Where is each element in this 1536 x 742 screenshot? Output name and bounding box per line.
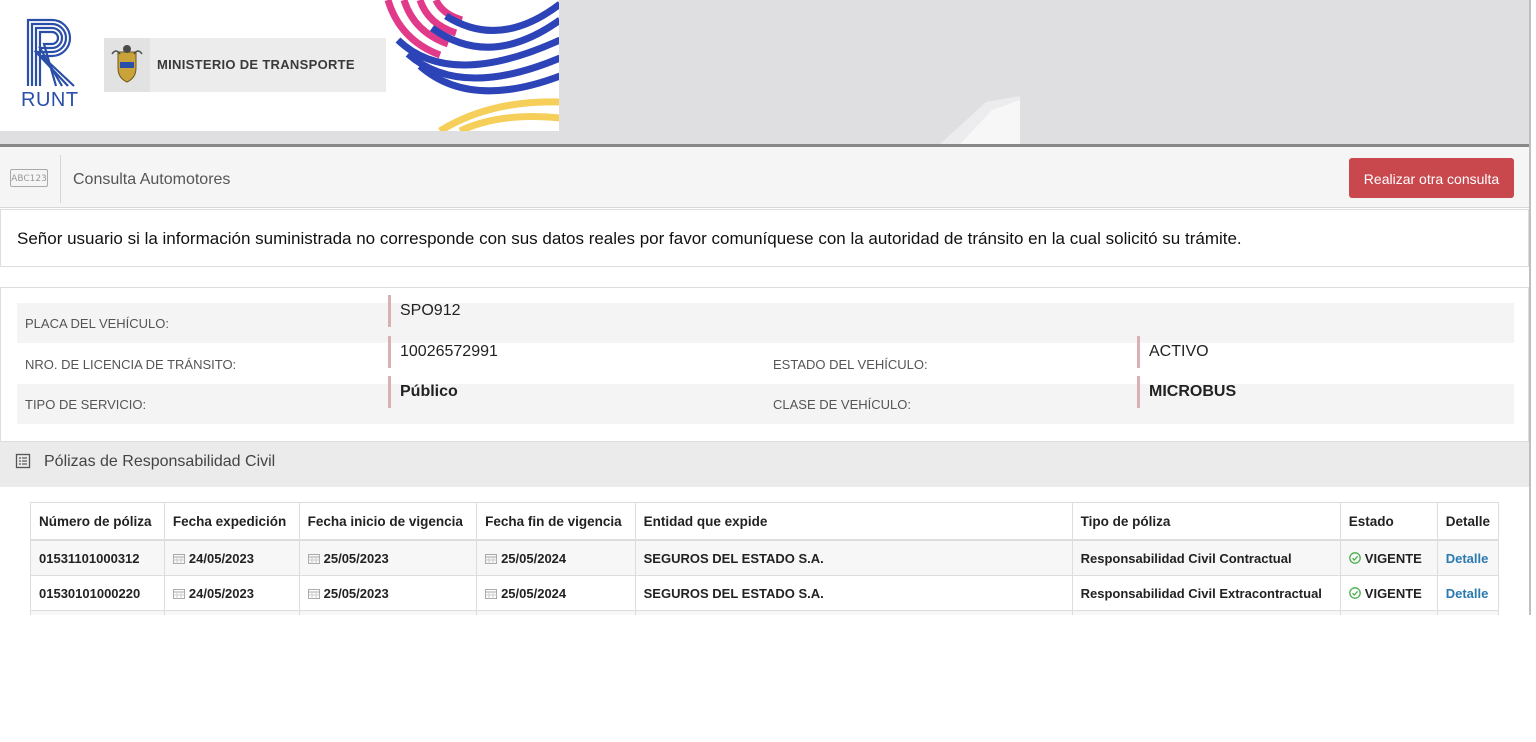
calendar-icon (485, 553, 498, 564)
col-inicio: Fecha inicio de vigencia (298, 502, 478, 541)
coat-of-arms-icon (104, 38, 150, 92)
polizas-title: Pólizas de Responsabilidad Civil (44, 453, 276, 470)
check-circle-icon (1348, 551, 1361, 564)
table-header-row: Número de póliza Fecha expedición Fecha … (30, 502, 1499, 541)
calendar-icon (307, 588, 320, 599)
col-numero: Número de póliza (30, 502, 165, 541)
runt-logo-text: RUNT (21, 89, 79, 111)
cell-expedicion: 24/05/2023 (163, 575, 300, 611)
info-row-placa: PLACA DEL VEHÍCULO: SPO912 (17, 295, 1514, 343)
user-notice: Señor usuario si la información suminist… (0, 209, 1529, 267)
table-row-partial (30, 610, 1499, 615)
plate-icon: ABC123 (10, 169, 48, 187)
vehicle-info-panel: PLACA DEL VEHÍCULO: SPO912 NRO. DE LICEN… (0, 287, 1529, 442)
detalle-link[interactable]: Detalle (1446, 586, 1489, 601)
cell-tipo: Responsabilidad Civil Contractual (1071, 539, 1341, 576)
polizas-table: Número de póliza Fecha expedición Fecha … (30, 502, 1499, 615)
cell-numero: 01530101000220 (30, 575, 165, 611)
list-icon (15, 453, 31, 469)
fecha-fin: 25/05/2024 (501, 585, 567, 601)
fecha-inicio: 25/05/2023 (323, 585, 389, 601)
calendar-icon (172, 588, 185, 599)
estado-value: ACTIVO (1137, 336, 1209, 368)
servicio-value: Público (388, 376, 458, 408)
ministry-badge: MINISTERIO DE TRANSPORTE (104, 38, 386, 92)
cell-inicio: 25/05/2023 (298, 575, 478, 611)
check-circle-icon (1348, 586, 1361, 599)
calendar-icon (307, 553, 320, 564)
cell-estado: VIGENTE (1339, 539, 1438, 576)
info-row-servicio: TIPO DE SERVICIO: Público CLASE DE VEHÍC… (17, 376, 1514, 424)
polizas-section-header: Pólizas de Responsabilidad Civil (0, 442, 1529, 487)
cell-numero: 01531101000312 (30, 539, 165, 576)
cell-fin: 25/05/2024 (476, 575, 636, 611)
licencia-value: 10026572991 (388, 336, 498, 368)
cell-detalle: Detalle (1436, 539, 1499, 576)
detalle-link[interactable]: Detalle (1446, 551, 1489, 566)
header-banner: RUNT MINISTERIO DE TRANSPORTE (0, 0, 1529, 144)
table-row: 01530101000220 24/05/2023 25/05/2023 25/… (30, 575, 1499, 611)
col-entidad: Entidad que expide (634, 502, 1073, 541)
cell-inicio: 25/05/2023 (298, 539, 478, 576)
col-fin: Fecha fin de vigencia (476, 502, 636, 541)
col-tipo: Tipo de póliza (1071, 502, 1341, 541)
col-estado: Estado (1339, 502, 1438, 541)
cell-entidad: SEGUROS DEL ESTADO S.A. (634, 539, 1073, 576)
estado-label: ESTADO DEL VEHÍCULO: (773, 357, 928, 372)
cell-detalle: Detalle (1436, 575, 1499, 611)
polizas-table-container[interactable]: Número de póliza Fecha expedición Fecha … (30, 502, 1499, 615)
page-title: Consulta Automotores (73, 171, 231, 188)
fecha-expedicion: 24/05/2023 (188, 550, 254, 566)
estado-text: VIGENTE (1364, 550, 1422, 566)
info-row-licencia: NRO. DE LICENCIA DE TRÁNSITO: 1002657299… (17, 336, 1514, 384)
cell-tipo: Responsabilidad Civil Extracontractual (1071, 575, 1341, 611)
servicio-label: TIPO DE SERVICIO: (25, 397, 147, 412)
fecha-expedicion: 24/05/2023 (188, 585, 254, 601)
estado-text: VIGENTE (1364, 585, 1422, 601)
col-expedicion: Fecha expedición (163, 502, 300, 541)
placa-label: PLACA DEL VEHÍCULO: (25, 316, 170, 331)
placa-value: SPO912 (388, 295, 460, 327)
new-query-button[interactable]: Realizar otra consulta (1349, 158, 1514, 198)
cell-expedicion: 24/05/2023 (163, 539, 300, 576)
consulta-toolbar: ABC123 Consulta Automotores Realizar otr… (0, 144, 1529, 208)
page-right-border (1529, 0, 1531, 615)
header-logo-area: RUNT MINISTERIO DE TRANSPORTE (0, 0, 559, 131)
fecha-fin: 25/05/2024 (501, 550, 567, 566)
clase-label: CLASE DE VEHÍCULO: (773, 397, 911, 412)
decorative-waves-icon (384, 0, 559, 131)
col-detalle: Detalle (1436, 502, 1499, 541)
fecha-inicio: 25/05/2023 (323, 550, 389, 566)
calendar-icon (485, 588, 498, 599)
clase-value: MICROBUS (1137, 376, 1236, 408)
toolbar-divider (60, 155, 61, 203)
licencia-label: NRO. DE LICENCIA DE TRÁNSITO: (25, 357, 237, 372)
decorative-mountain-icon (940, 96, 1020, 144)
cell-entidad: SEGUROS DEL ESTADO S.A. (634, 575, 1073, 611)
ministry-name: MINISTERIO DE TRANSPORTE (157, 57, 355, 72)
calendar-icon (172, 553, 185, 564)
cell-fin: 25/05/2024 (476, 539, 636, 576)
notice-text: Señor usuario si la información suminist… (17, 229, 1242, 248)
table-row: 01531101000312 24/05/2023 25/05/2023 25/… (30, 539, 1499, 576)
cell-estado: VIGENTE (1339, 575, 1438, 611)
